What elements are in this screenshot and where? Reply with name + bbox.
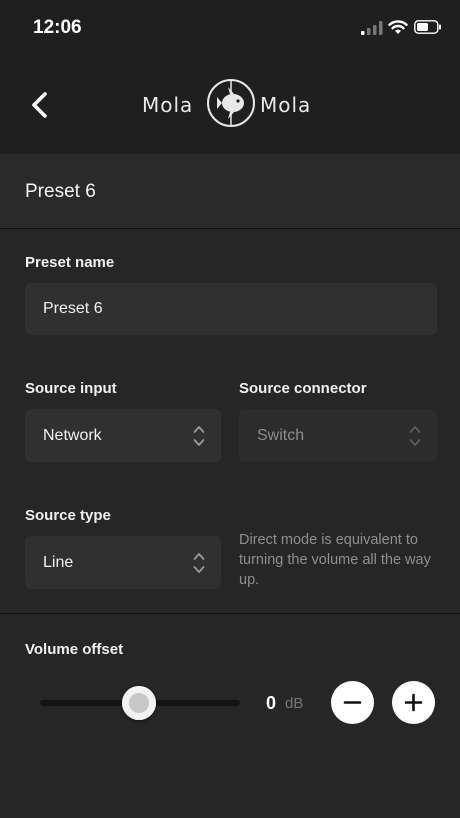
back-button[interactable] bbox=[26, 90, 54, 120]
volume-offset-unit: dB bbox=[285, 695, 304, 712]
battery-icon bbox=[414, 20, 441, 34]
logo-text-right: Mola bbox=[260, 93, 312, 117]
mola-mola-logo: Mola Mola bbox=[142, 76, 320, 132]
source-type-select[interactable]: Line bbox=[25, 536, 221, 589]
source-type-value: Line bbox=[43, 553, 74, 571]
source-input-value: Network bbox=[43, 426, 102, 444]
logo-text-left: Mola bbox=[142, 93, 194, 117]
page-header: Preset 6 bbox=[0, 154, 460, 229]
source-type-label: Source type bbox=[25, 507, 111, 524]
source-connector-value: Switch bbox=[257, 426, 305, 444]
source-type-hint: Direct mode is equivalent to turning the… bbox=[239, 532, 431, 588]
status-time: 12:06 bbox=[33, 17, 82, 38]
source-connector-label: Source connector bbox=[239, 380, 367, 397]
volume-offset-slider-thumb[interactable] bbox=[122, 686, 156, 720]
source-connector-select[interactable]: Switch bbox=[239, 409, 437, 462]
decrease-volume-button[interactable] bbox=[331, 681, 374, 724]
navigation-bar: Mola Mola bbox=[0, 58, 460, 154]
page-title: Preset 6 bbox=[25, 181, 96, 202]
volume-offset-label: Volume offset bbox=[25, 641, 124, 658]
preset-name-input[interactable]: Preset 6 bbox=[25, 283, 437, 335]
volume-offset-value: 0 bbox=[266, 693, 277, 713]
section-divider bbox=[0, 613, 460, 614]
status-bar: 12:06 bbox=[0, 0, 460, 58]
preset-name-value: Preset 6 bbox=[43, 300, 103, 317]
wifi-icon bbox=[388, 20, 408, 34]
sunfish-logo-icon bbox=[207, 79, 255, 127]
source-input-select[interactable]: Network bbox=[25, 409, 221, 462]
plus-icon bbox=[404, 693, 423, 712]
minus-icon bbox=[343, 701, 362, 704]
increase-volume-button[interactable] bbox=[392, 681, 435, 724]
chevron-up-down-icon bbox=[409, 425, 421, 446]
chevron-up-down-icon bbox=[193, 425, 205, 446]
source-input-label: Source input bbox=[25, 380, 117, 397]
cellular-signal-icon bbox=[361, 21, 383, 35]
chevron-up-down-icon bbox=[193, 552, 205, 573]
preset-name-label: Preset name bbox=[25, 254, 115, 271]
